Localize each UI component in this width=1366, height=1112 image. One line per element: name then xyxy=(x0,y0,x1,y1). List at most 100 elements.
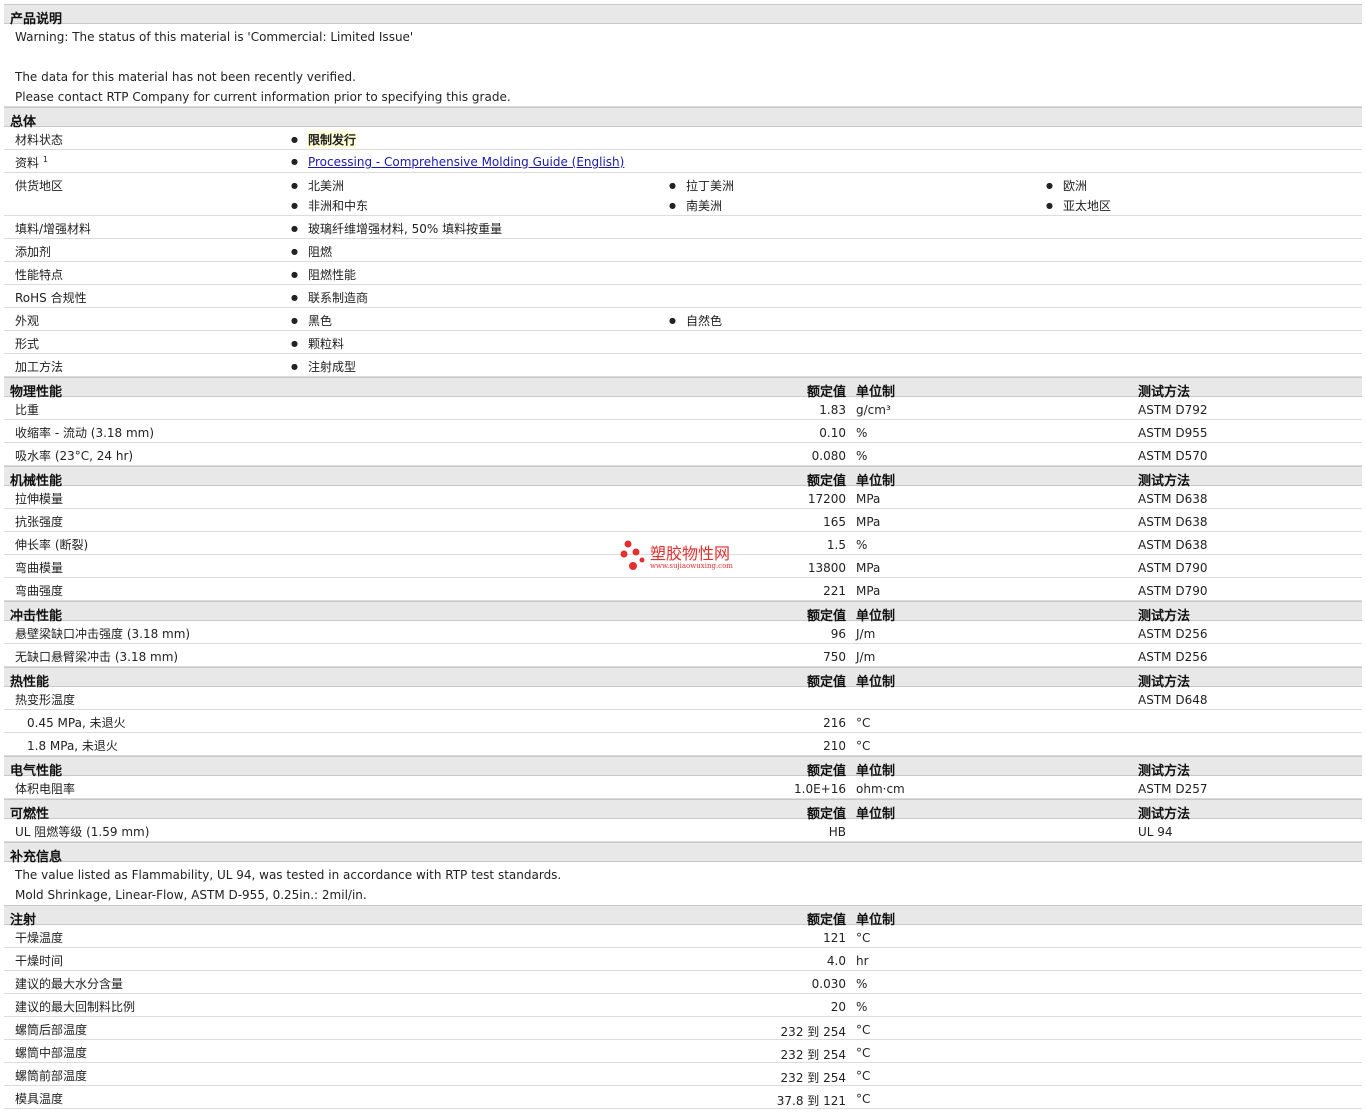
property-name: 模具温度 xyxy=(15,1092,64,1106)
table-row: UL 阻燃等级 (1.59 mm) HB UL 94 xyxy=(4,819,1362,842)
property-unit: J/m xyxy=(856,650,876,664)
property-unit: MPa xyxy=(856,584,881,598)
property-name: 建议的最大水分含量 xyxy=(15,977,124,991)
status-value: 限制发行 xyxy=(307,131,356,148)
table-row: 螺筒中部温度 232 到 254 °C xyxy=(4,1040,1362,1063)
test-method: ASTM D256 xyxy=(1138,650,1208,664)
property-value: 221 xyxy=(823,584,846,598)
property-value: 1.5 xyxy=(826,538,846,552)
appearance-value: 自然色 xyxy=(685,312,722,329)
feature-value: 阻燃性能 xyxy=(307,266,356,283)
property-unit: % xyxy=(856,449,868,463)
property-unit: °C xyxy=(856,1023,871,1037)
property-name: 1.8 MPa, 未退火 xyxy=(27,739,118,753)
property-name: 弯曲模量 xyxy=(15,561,64,575)
property-value: 0.030 xyxy=(811,977,846,991)
property-value: 37.8 到 121 xyxy=(776,1094,846,1108)
table-row: 体积电阻率 1.0E+16 ohm·cm ASTM D257 xyxy=(4,776,1362,799)
region-item: 南美洲 xyxy=(685,197,722,214)
property-value: 232 到 254 xyxy=(780,1025,846,1039)
test-method: ASTM D257 xyxy=(1138,782,1208,796)
property-unit: °C xyxy=(856,716,871,730)
property-unit: MPa xyxy=(856,492,881,506)
filler-value: 玻璃纤维增强材料, 50% 填料按重量 xyxy=(307,220,502,237)
property-unit: °C xyxy=(856,1046,871,1060)
table-row: 拉伸模量 17200 MPa ASTM D638 xyxy=(4,486,1362,509)
property-name: 0.45 MPa, 未退火 xyxy=(27,716,126,730)
appearance-value: 黑色 xyxy=(307,312,332,329)
appearance-row: 外观 黑色 自然色 xyxy=(4,308,1362,331)
property-value: 17200 xyxy=(807,492,846,506)
form-label: 形式 xyxy=(15,337,40,351)
property-value: 232 到 254 xyxy=(780,1071,846,1085)
region-item: 欧洲 xyxy=(1062,177,1087,194)
table-row: 弯曲强度 221 MPa ASTM D790 xyxy=(4,578,1362,601)
property-value: 96 xyxy=(830,627,846,641)
property-unit: % xyxy=(856,977,868,991)
property-unit: MPa xyxy=(856,515,881,529)
property-value: 1.0E+16 xyxy=(794,782,846,796)
doc-row: 资料 1 Processing - Comprehensive Molding … xyxy=(4,150,1362,173)
property-value: 1.83 xyxy=(819,403,846,417)
rohs-label: RoHS 合规性 xyxy=(15,291,87,305)
contact-text: Please contact RTP Company for current i… xyxy=(15,90,511,104)
test-method: ASTM D638 xyxy=(1138,538,1208,552)
test-method: ASTM D648 xyxy=(1138,693,1208,707)
filler-label: 填料/增强材料 xyxy=(15,222,92,236)
process-row: 加工方法 注射成型 xyxy=(4,354,1362,377)
property-name: 干燥温度 xyxy=(15,931,64,945)
property-value: 20 xyxy=(830,1000,846,1014)
property-name: UL 阻燃等级 (1.59 mm) xyxy=(15,825,150,839)
supplement-line: The value listed as Flammability, UL 94,… xyxy=(15,868,562,882)
appearance-label: 外观 xyxy=(15,314,40,328)
property-name: 热变形温度 xyxy=(15,693,76,707)
section-mechanical-header: 机械性能 额定值 单位制 测试方法 xyxy=(4,466,1362,489)
feature-row: 性能特点 阻燃性能 xyxy=(4,262,1362,285)
property-value: 750 xyxy=(823,650,846,664)
table-row: 抗张强度 165 MPa ASTM D638 xyxy=(4,509,1362,532)
supplement-line: Mold Shrinkage, Linear-Flow, ASTM D-955,… xyxy=(15,888,367,902)
property-value: 0.10 xyxy=(819,426,846,440)
section-general-header: 总体 xyxy=(4,107,1362,130)
filler-row: 填料/增强材料 玻璃纤维增强材料, 50% 填料按重量 xyxy=(4,216,1362,239)
property-value: 13800 xyxy=(807,561,846,575)
property-value: 121 xyxy=(823,931,846,945)
supplement-notes: The value listed as Flammability, UL 94,… xyxy=(4,862,1362,906)
watermark: 塑胶物性网 www.sujiaowuxing.com xyxy=(620,540,733,575)
additive-label: 添加剂 xyxy=(15,245,52,259)
test-method: ASTM D790 xyxy=(1138,584,1208,598)
section-impact-header: 冲击性能 额定值 单位制 测试方法 xyxy=(4,601,1362,624)
verify-text: The data for this material has not been … xyxy=(15,70,356,84)
property-unit: hr xyxy=(856,954,869,968)
table-row: 模具温度 37.8 到 121 °C xyxy=(4,1086,1362,1109)
process-label: 加工方法 xyxy=(15,360,64,374)
property-name: 吸水率 (23°C, 24 hr) xyxy=(15,449,134,463)
section-description-header: 产品说明 xyxy=(4,4,1362,27)
description-notes: Warning: The status of this material is … xyxy=(4,24,1362,107)
section-supplement-header: 补充信息 xyxy=(4,842,1362,865)
table-row: 干燥时间 4.0 hr xyxy=(4,948,1362,971)
property-unit: J/m xyxy=(856,627,876,641)
property-name: 螺筒后部温度 xyxy=(15,1023,88,1037)
property-unit: g/cm³ xyxy=(856,403,891,417)
property-unit: % xyxy=(856,538,868,552)
property-name: 体积电阻率 xyxy=(15,782,76,796)
section-thermal-header: 热性能 额定值 单位制 测试方法 xyxy=(4,667,1362,690)
property-unit: % xyxy=(856,1000,868,1014)
table-row: 0.45 MPa, 未退火 216 °C xyxy=(4,710,1362,733)
warning-text: Warning: The status of this material is … xyxy=(15,30,414,44)
property-name: 建议的最大回制料比例 xyxy=(15,1000,136,1014)
doc-label: 资料 1 xyxy=(15,155,48,170)
table-row: 吸水率 (23°C, 24 hr) 0.080 % ASTM D570 xyxy=(4,443,1362,466)
region-label: 供货地区 xyxy=(15,179,64,193)
property-unit: °C xyxy=(856,931,871,945)
processing-guide-link[interactable]: Processing - Comprehensive Molding Guide… xyxy=(308,155,624,169)
feature-label: 性能特点 xyxy=(15,268,64,282)
test-method: ASTM D792 xyxy=(1138,403,1208,417)
section-injection-header: 注射 额定值 单位制 xyxy=(4,905,1362,928)
property-unit: % xyxy=(856,426,868,440)
watermark-text: 塑胶物性网 xyxy=(650,544,731,563)
test-method: ASTM D790 xyxy=(1138,561,1208,575)
test-method: ASTM D638 xyxy=(1138,515,1208,529)
status-label: 材料状态 xyxy=(15,133,64,147)
